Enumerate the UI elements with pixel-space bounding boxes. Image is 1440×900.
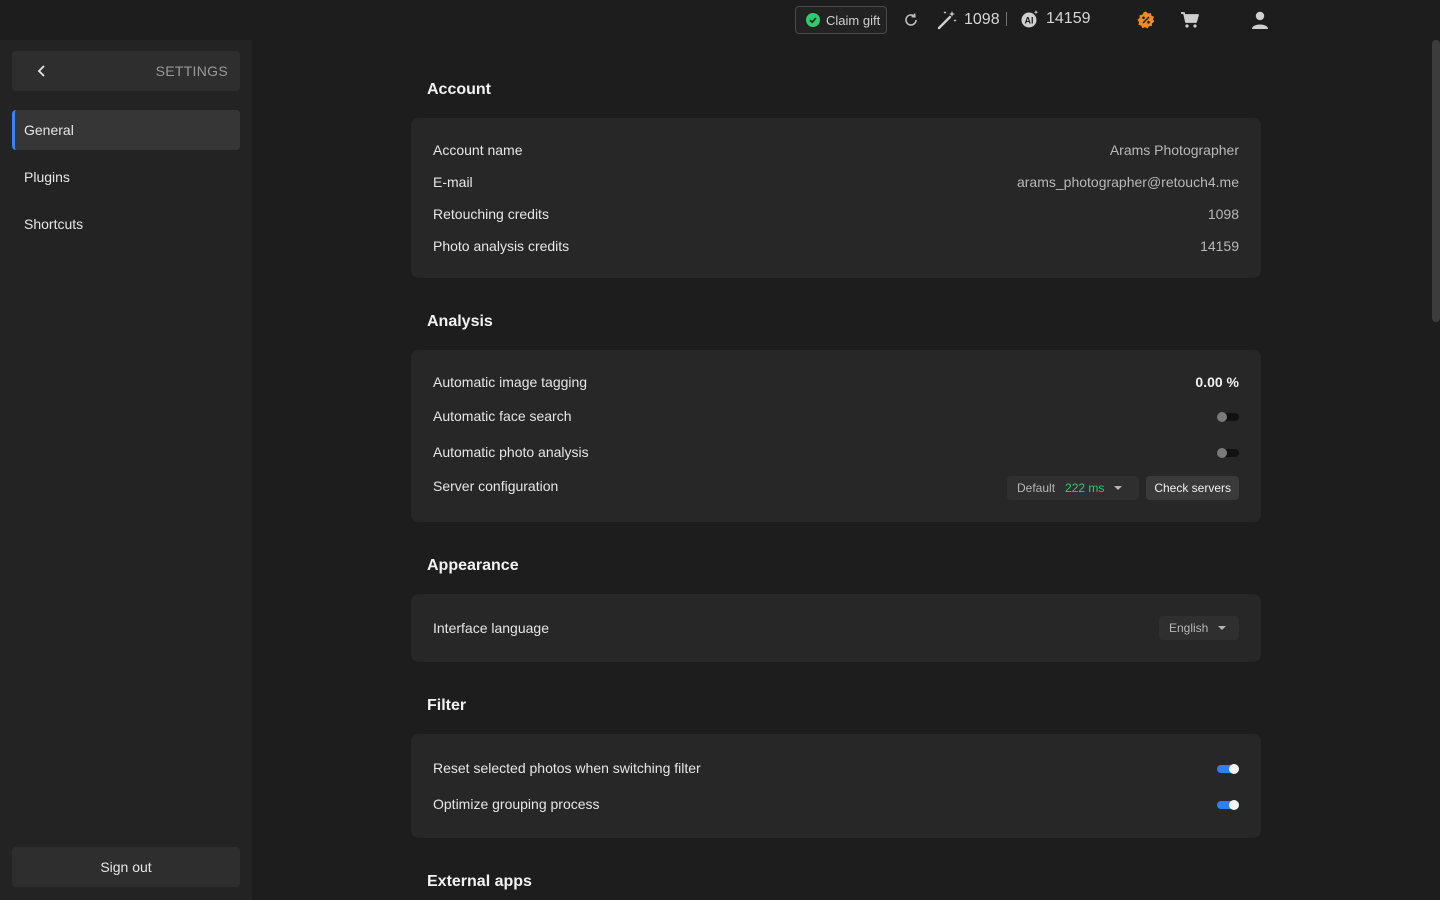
svg-text:AI: AI bbox=[1025, 16, 1034, 26]
server-select-value: Default bbox=[1017, 481, 1056, 495]
user-icon[interactable] bbox=[1250, 10, 1270, 30]
discount-badge-icon[interactable] bbox=[1137, 11, 1155, 29]
analysis-credits-value: 14159 bbox=[1046, 10, 1091, 27]
language-select[interactable]: English bbox=[1159, 616, 1239, 640]
photo-analysis-toggle[interactable] bbox=[1217, 448, 1239, 458]
sidebar-item-plugins[interactable]: Plugins bbox=[12, 157, 240, 197]
photo-analysis-credits-label: Photo analysis credits bbox=[433, 238, 570, 254]
external-apps-section-title: External apps bbox=[427, 873, 532, 890]
claim-gift-label: Claim gift bbox=[826, 12, 881, 28]
filter-section-title: Filter bbox=[427, 697, 467, 714]
scrollbar-thumb[interactable] bbox=[1432, 40, 1440, 322]
email-value: arams_photographer@retouch4.me bbox=[1016, 174, 1239, 190]
appearance-card: Interface language English bbox=[411, 594, 1261, 662]
sign-out-label: Sign out bbox=[100, 859, 152, 875]
account-section-title: Account bbox=[427, 81, 491, 98]
settings-back-button[interactable]: SETTINGS bbox=[12, 51, 240, 91]
language-select-value: English bbox=[1169, 621, 1209, 635]
toggle-knob bbox=[1217, 412, 1227, 422]
analysis-section-title: Analysis bbox=[427, 313, 493, 330]
server-select[interactable]: Default 222 ms bbox=[1007, 476, 1139, 500]
photo-analysis-label: Automatic photo analysis bbox=[433, 444, 589, 460]
interface-language-label: Interface language bbox=[433, 620, 549, 636]
retouching-credits-label: Retouching credits bbox=[433, 206, 549, 222]
settings-label: SETTINGS bbox=[155, 63, 228, 79]
face-search-label: Automatic face search bbox=[433, 408, 572, 424]
appearance-section-title: Appearance bbox=[427, 557, 519, 574]
check-servers-button[interactable]: Check servers bbox=[1146, 476, 1239, 500]
toggle-knob bbox=[1229, 800, 1239, 810]
face-search-toggle[interactable] bbox=[1217, 412, 1239, 422]
retouch-credits-value: 1098 bbox=[964, 11, 1000, 28]
account-card: Account name Arams Photographer E-mail a… bbox=[411, 118, 1261, 278]
account-name-label: Account name bbox=[433, 142, 523, 158]
filter-card: Reset selected photos when switching fil… bbox=[411, 734, 1261, 838]
claim-gift-button[interactable]: Claim gift bbox=[795, 6, 887, 34]
chevron-down-icon bbox=[1114, 486, 1123, 490]
magic-wand-icon bbox=[937, 11, 957, 30]
sidebar-item-label: Shortcuts bbox=[24, 216, 84, 232]
image-tagging-progress: 0.00 % bbox=[1195, 374, 1239, 390]
sidebar-item-shortcuts[interactable]: Shortcuts bbox=[12, 204, 240, 244]
reset-selected-photos-toggle[interactable] bbox=[1217, 764, 1239, 774]
optimize-grouping-label: Optimize grouping process bbox=[433, 796, 600, 812]
reset-selected-photos-label: Reset selected photos when switching fil… bbox=[433, 760, 701, 776]
optimize-grouping-toggle[interactable] bbox=[1217, 800, 1239, 810]
server-configuration-label: Server configuration bbox=[433, 478, 559, 494]
credits-divider bbox=[1006, 12, 1007, 26]
server-latency: 222 ms bbox=[1065, 481, 1105, 495]
toggle-knob bbox=[1217, 448, 1227, 458]
sidebar-item-label: General bbox=[24, 122, 74, 138]
sidebar-item-label: Plugins bbox=[24, 169, 70, 185]
chevron-left-icon bbox=[37, 65, 45, 77]
retouch-credits: 1098 bbox=[936, 9, 1000, 31]
toggle-knob bbox=[1229, 764, 1239, 774]
chevron-down-icon bbox=[1218, 626, 1227, 630]
account-name-value: Arams Photographer bbox=[1109, 142, 1239, 158]
image-tagging-label: Automatic image tagging bbox=[433, 374, 588, 390]
email-label: E-mail bbox=[433, 174, 473, 190]
ai-credits-icon: AI bbox=[1021, 10, 1039, 28]
sidebar-item-general[interactable]: General bbox=[12, 110, 240, 150]
refresh-icon[interactable] bbox=[902, 11, 920, 29]
check-circle-icon bbox=[806, 13, 820, 27]
sidebar: SETTINGS General Plugins Shortcuts Sign … bbox=[0, 40, 252, 900]
analysis-card: Automatic image tagging 0.00 % Automatic… bbox=[411, 350, 1261, 522]
top-bar: Claim gift 1098 AI 14159 bbox=[0, 0, 1440, 40]
check-servers-label: Check servers bbox=[1154, 481, 1231, 495]
sign-out-button[interactable]: Sign out bbox=[12, 847, 240, 887]
cart-icon[interactable] bbox=[1180, 10, 1200, 30]
analysis-credits: AI 14159 bbox=[1020, 9, 1091, 29]
retouching-credits-value: 1098 bbox=[1207, 206, 1239, 222]
photo-analysis-credits-value: 14159 bbox=[1200, 238, 1239, 254]
